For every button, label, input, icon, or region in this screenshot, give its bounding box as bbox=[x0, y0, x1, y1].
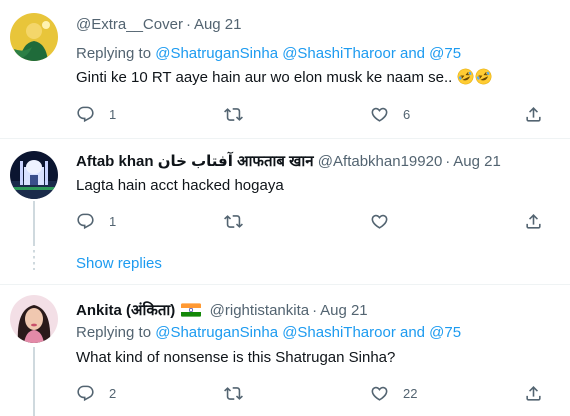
reply-button[interactable]: 1 bbox=[76, 211, 116, 231]
like-icon bbox=[371, 214, 388, 229]
replying-to-prefix: Replying to bbox=[76, 45, 152, 62]
like-button[interactable]: 6 bbox=[370, 104, 410, 124]
display-name[interactable]: Aftab khan آفتاب خان आफताब खान bbox=[76, 153, 314, 170]
replying-to-users[interactable]: @ShatruganSinha @ShashiTharoor and @75 bbox=[155, 45, 461, 62]
timestamp[interactable]: Aug 21 bbox=[320, 302, 368, 319]
like-button[interactable] bbox=[370, 211, 389, 231]
timestamp[interactable]: Aug 21 bbox=[194, 16, 242, 33]
like-count: 6 bbox=[403, 106, 411, 122]
tweet-ankita[interactable]: Ankita (अंकिता) @rightistankita · Aug 21 R… bbox=[0, 285, 570, 416]
reply-count: 1 bbox=[109, 213, 117, 229]
thread-line bbox=[33, 201, 35, 246]
user-handle[interactable]: @Aftabkhan19920 bbox=[318, 153, 443, 170]
reply-icon bbox=[77, 385, 94, 401]
reply-button[interactable]: 2 bbox=[76, 383, 116, 403]
share-icon bbox=[526, 385, 541, 401]
tweet-actions: 1 bbox=[76, 211, 546, 231]
thread-continuation bbox=[33, 250, 35, 270]
tweet-text: What kind of nonsense is this Shatrugan … bbox=[76, 349, 396, 366]
india-flag-icon bbox=[181, 303, 202, 317]
reply-icon bbox=[77, 106, 94, 122]
separator-dot: · bbox=[312, 302, 318, 319]
tweet-header: Aftab khan آفتاب خان आफताब खान @Aftabkha… bbox=[76, 152, 501, 172]
tweet-header: @Extra__Cover · Aug 21 bbox=[76, 15, 241, 35]
tweet-actions: 2 22 bbox=[76, 383, 546, 403]
retweet-icon bbox=[224, 214, 243, 228]
like-icon bbox=[371, 386, 388, 401]
reply-icon bbox=[77, 213, 94, 229]
retweet-button[interactable] bbox=[224, 211, 243, 231]
user-handle[interactable]: @Extra__Cover bbox=[76, 16, 183, 33]
user-handle[interactable]: @rightistankita bbox=[210, 302, 309, 319]
tweet-header: Ankita (अंकिता) @rightistankita · Aug 21 bbox=[76, 301, 368, 321]
retweet-button[interactable] bbox=[224, 104, 243, 124]
avatar[interactable] bbox=[10, 151, 58, 199]
tweet-extra-cover[interactable]: @Extra__Cover · Aug 21 Replying to @Shatru… bbox=[0, 0, 570, 138]
thread-line bbox=[33, 347, 35, 416]
replying-to: Replying to @ShatruganSinha @ShashiTharo… bbox=[76, 44, 461, 64]
laughing-emoji-icon bbox=[458, 68, 474, 85]
replying-to-prefix: Replying to bbox=[76, 324, 152, 341]
reply-button[interactable]: 1 bbox=[76, 104, 116, 124]
tweet-text-body: Ginti ke 10 RT aaye hain aur wo elon mus… bbox=[76, 69, 453, 86]
like-count: 22 bbox=[403, 385, 418, 401]
avatar-image bbox=[10, 295, 58, 343]
tweet-actions: 1 6 bbox=[76, 104, 546, 124]
share-icon bbox=[526, 106, 541, 122]
avatar[interactable] bbox=[10, 13, 58, 61]
timestamp[interactable]: Aug 21 bbox=[453, 153, 501, 170]
reply-count: 1 bbox=[109, 106, 117, 122]
tweet-text: Ginti ke 10 RT aaye hain aur wo elon mus… bbox=[76, 68, 492, 88]
separator-dot: · bbox=[185, 16, 191, 33]
share-icon bbox=[526, 213, 541, 229]
share-button[interactable] bbox=[524, 211, 543, 231]
share-button[interactable] bbox=[524, 104, 543, 124]
tweet-text: Lagta hain acct hacked hogaya bbox=[76, 177, 284, 194]
share-button[interactable] bbox=[524, 383, 543, 403]
reply-count: 2 bbox=[109, 385, 117, 401]
replying-to-users[interactable]: @ShatruganSinha @ShashiTharoor and @75 bbox=[155, 324, 461, 341]
retweet-icon bbox=[224, 386, 243, 400]
show-replies-link[interactable]: Show replies bbox=[76, 254, 162, 274]
retweet-icon bbox=[224, 107, 243, 121]
avatar[interactable] bbox=[10, 295, 58, 343]
avatar-image bbox=[10, 13, 58, 61]
display-name[interactable]: Ankita (अंकिता) bbox=[76, 302, 175, 319]
like-icon bbox=[371, 107, 388, 122]
replying-to: Replying to @ShatruganSinha @ShashiTharo… bbox=[76, 323, 461, 343]
separator-dot: · bbox=[445, 153, 451, 170]
laughing-emoji-icon bbox=[476, 68, 492, 85]
tweet-aftab-khan[interactable]: Aftab khan آفتاب خان आफताब खान @Aftabkha… bbox=[0, 139, 570, 246]
retweet-button[interactable] bbox=[224, 383, 243, 403]
like-button[interactable]: 22 bbox=[370, 383, 417, 403]
avatar-image bbox=[10, 151, 58, 199]
